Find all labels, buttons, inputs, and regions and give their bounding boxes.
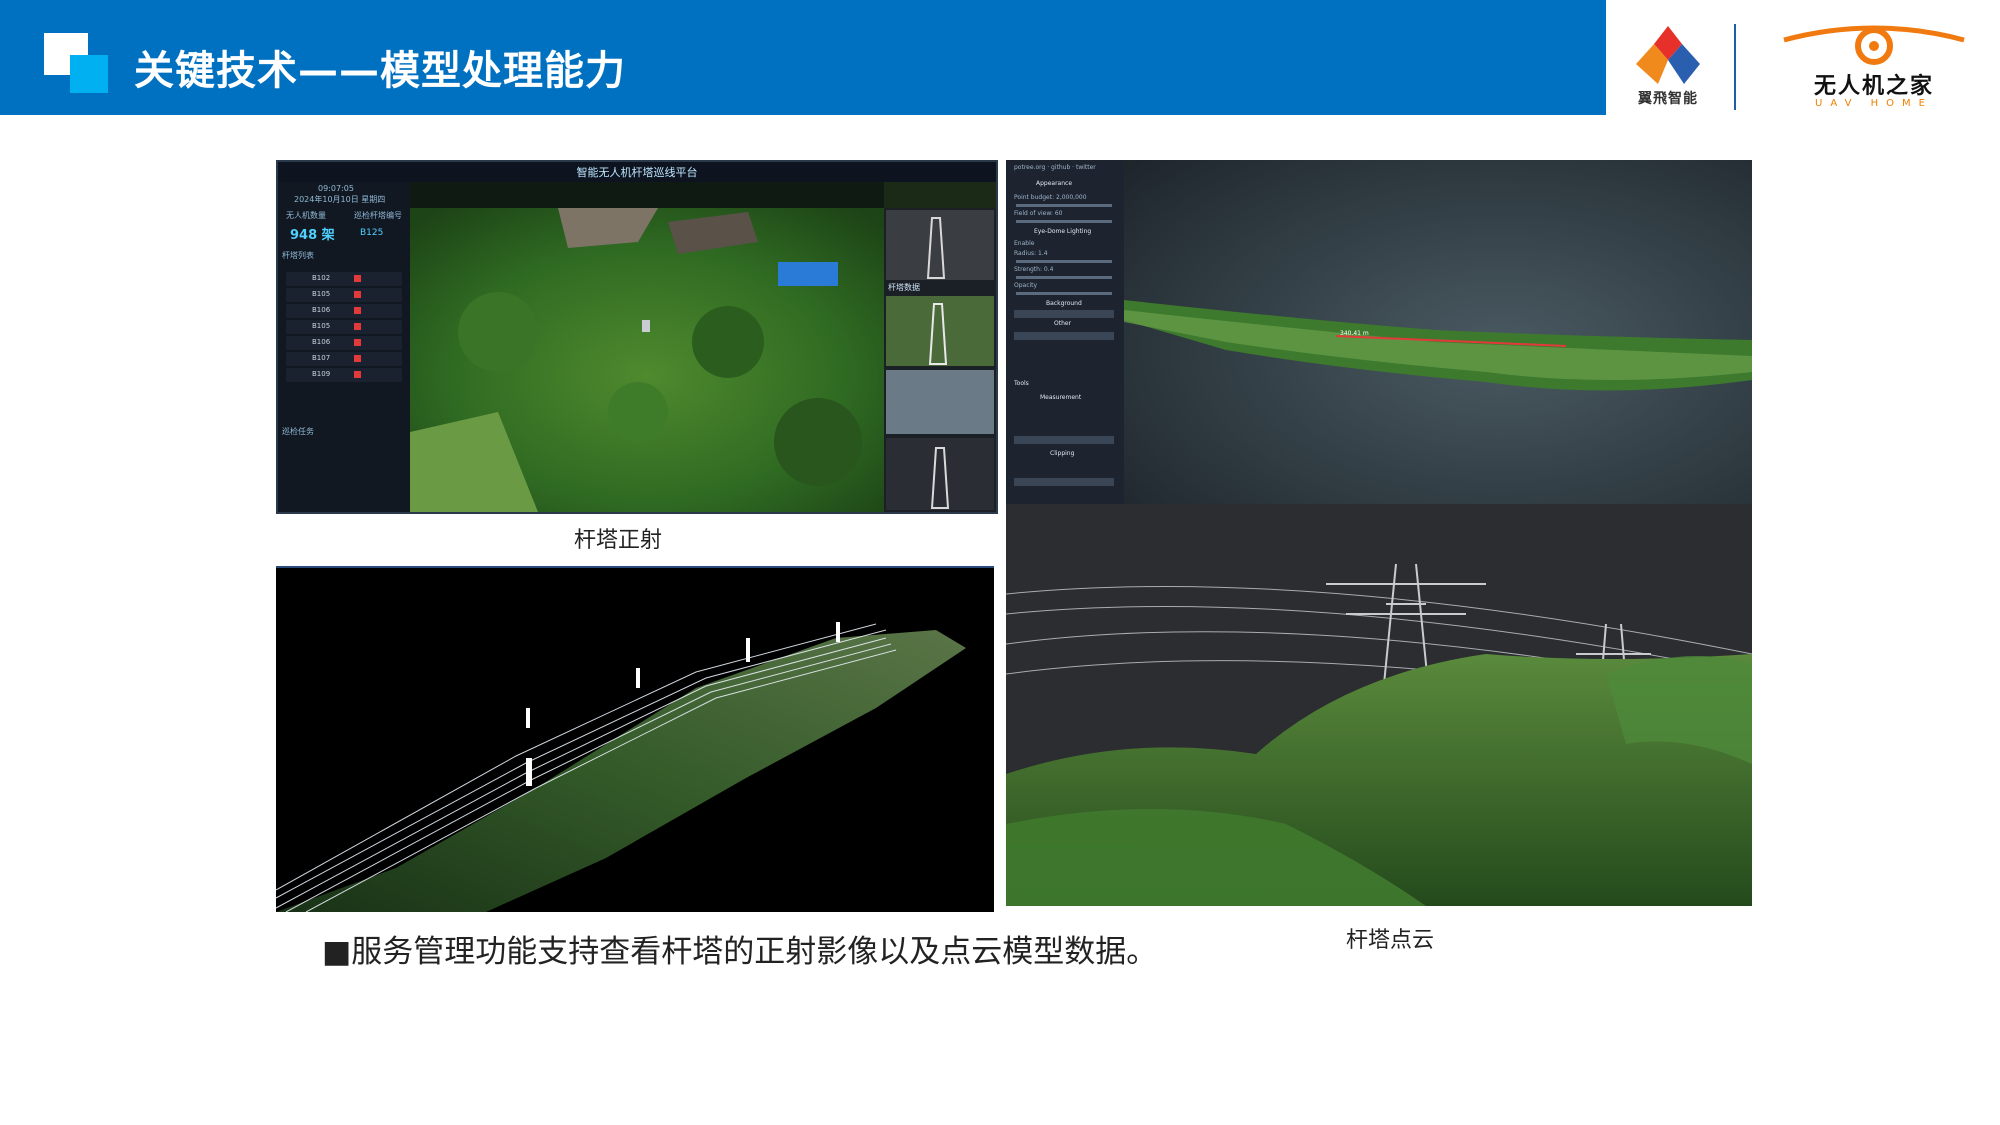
tower-row[interactable]: B109: [286, 368, 402, 382]
point-budget-slider[interactable]: [1016, 204, 1112, 207]
quality-buttons[interactable]: [1014, 332, 1114, 340]
tower-row[interactable]: B102: [286, 272, 402, 286]
tower-row[interactable]: B106: [286, 304, 402, 318]
platform-date: 2024年10月10日 星期四: [294, 195, 386, 204]
pointcloud-caption: 杆塔点云: [1346, 928, 1435, 953]
clipping-buttons[interactable]: [1014, 478, 1114, 486]
yifei-logo: 翼飛智能: [1628, 22, 1708, 112]
pointcloud-lines-image: [276, 566, 994, 912]
task-label: 巡检任务: [282, 427, 314, 436]
page-title: 关键技术——模型处理能力: [134, 48, 626, 94]
platform-sidebar: 09:07:05 2024年10月10日 星期四 无人机数量 巡检杆塔编号 94…: [278, 182, 410, 512]
platform-titlebar: 智能无人机杆塔巡线平台: [278, 162, 996, 182]
potree-viewer-image: potree.org · github · twitter Appearance…: [1006, 160, 1752, 504]
tower-3d-model-image: [1006, 504, 1752, 906]
header-bar: 关键技术——模型处理能力: [0, 0, 1606, 115]
orthophoto-platform-image: 智能无人机杆塔巡线平台 09:07:05 2024年10月10日 星期四 无人机…: [276, 160, 998, 514]
measurement-buttons[interactable]: [1014, 436, 1114, 444]
tower-row[interactable]: B106: [286, 336, 402, 350]
strength-slider[interactable]: [1016, 276, 1112, 279]
opacity-slider[interactable]: [1016, 292, 1112, 295]
tower-id: B125: [360, 228, 384, 238]
thumbs-label: 杆塔数据: [888, 283, 920, 292]
orthophoto-caption: 杆塔正射: [574, 528, 663, 553]
fov-slider[interactable]: [1016, 220, 1112, 223]
tower-row[interactable]: B105: [286, 320, 402, 334]
tower-list-label: 杆塔列表: [282, 251, 314, 260]
distance-label: 340.41 m: [1340, 330, 1369, 337]
radius-slider[interactable]: [1016, 260, 1112, 263]
drone-count: 948 架: [290, 228, 335, 243]
stat-label-tower: 巡检杆塔编号: [354, 211, 402, 220]
potree-sidebar: potree.org · github · twitter Appearance…: [1006, 160, 1124, 504]
tower-row[interactable]: B105: [286, 288, 402, 302]
stat-label-drones: 无人机数量: [286, 211, 326, 220]
background-buttons[interactable]: [1014, 310, 1114, 318]
logo-area: 翼飛智能 无人机之家 UAV HOME: [1606, 0, 2000, 115]
tower-thumbnails: 杆塔数据: [884, 208, 996, 512]
logo-divider: [1734, 24, 1736, 110]
tower-row[interactable]: B107: [286, 352, 402, 366]
bullet-description: ■服务管理功能支持查看杆塔的正射影像以及点云模型数据。: [322, 934, 1158, 970]
uav-home-logo: 无人机之家 UAV HOME: [1774, 20, 1974, 110]
platform-time: 09:07:05: [318, 184, 354, 193]
header-squares-icon: [44, 33, 108, 93]
